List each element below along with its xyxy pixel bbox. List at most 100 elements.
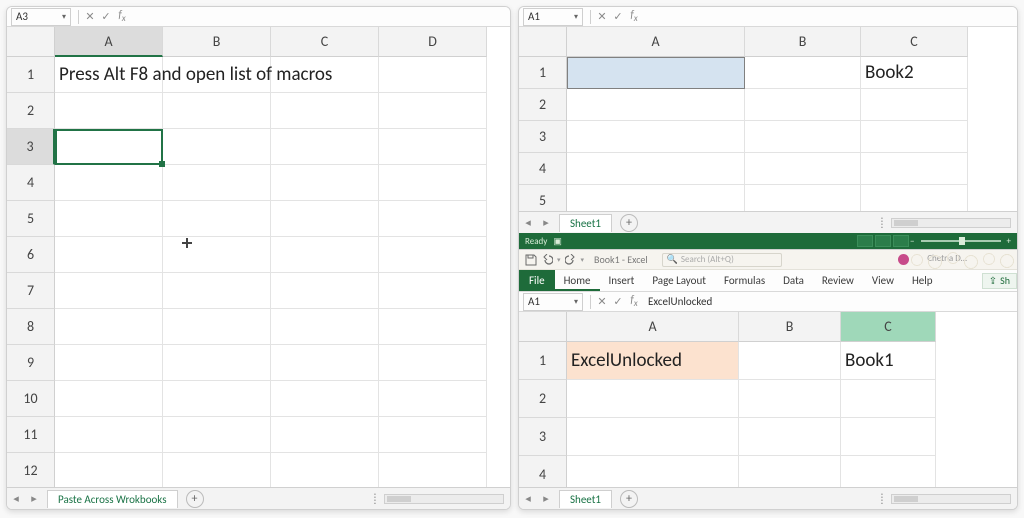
scroll-thumb[interactable]: [387, 496, 411, 502]
enter-icon[interactable]: ✓: [98, 10, 114, 23]
column-header-A[interactable]: A: [567, 27, 745, 57]
cell-B12[interactable]: [163, 453, 271, 489]
undo-icon[interactable]: [541, 254, 553, 266]
row-header-2[interactable]: 2: [7, 93, 55, 129]
name-box[interactable]: A1 ▾: [523, 293, 583, 311]
cancel-icon[interactable]: ✕: [82, 10, 98, 23]
cell-D8[interactable]: [379, 309, 487, 345]
cell-C9[interactable]: [271, 345, 379, 381]
cell-B10[interactable]: [163, 381, 271, 417]
tab-nav-prev-icon[interactable]: ◂: [7, 492, 25, 505]
fx-icon[interactable]: fx: [626, 8, 642, 24]
add-sheet-button[interactable]: +: [620, 490, 638, 508]
cell-A1[interactable]: [567, 57, 745, 89]
cell-A6[interactable]: [55, 237, 163, 273]
cancel-icon[interactable]: ✕: [594, 295, 610, 308]
row-header-2[interactable]: 2: [519, 380, 567, 418]
select-all-corner[interactable]: [519, 27, 567, 57]
cell-A3[interactable]: [567, 418, 739, 456]
cell-B6[interactable]: [163, 237, 271, 273]
cell-A1[interactable]: ExcelUnlocked: [567, 342, 739, 380]
cell-A2[interactable]: [567, 89, 745, 121]
cell-C2[interactable]: [841, 380, 936, 418]
cell-C7[interactable]: [271, 273, 379, 309]
cell-A3[interactable]: [55, 129, 163, 165]
zoom-in-button[interactable]: +: [1007, 236, 1011, 247]
row-header-6[interactable]: 6: [7, 237, 55, 273]
cell-A10[interactable]: [55, 381, 163, 417]
column-header-A[interactable]: A: [567, 312, 739, 342]
row-header-4[interactable]: 4: [519, 153, 567, 185]
cell-B11[interactable]: [163, 417, 271, 453]
cell-A11[interactable]: [55, 417, 163, 453]
add-sheet-button[interactable]: +: [620, 214, 638, 232]
cell-C1[interactable]: Book1: [841, 342, 936, 380]
chevron-down-icon[interactable]: ▾: [574, 12, 578, 22]
ribbon-tab-help[interactable]: Help: [903, 270, 942, 291]
fill-handle[interactable]: [159, 161, 165, 167]
row-header-5[interactable]: 5: [7, 201, 55, 237]
row-header-1[interactable]: 1: [519, 342, 567, 380]
select-all-corner[interactable]: [519, 312, 567, 342]
sheet-tab[interactable]: Paste Across Wrokbooks: [47, 490, 178, 508]
cell-C3[interactable]: [861, 121, 968, 153]
cell-D9[interactable]: [379, 345, 487, 381]
redo-icon[interactable]: [565, 254, 577, 266]
cell-C8[interactable]: [271, 309, 379, 345]
row-header-3[interactable]: 3: [519, 121, 567, 153]
cell-B1[interactable]: [739, 342, 841, 380]
row-header-3[interactable]: 3: [7, 129, 55, 165]
sheet-tab[interactable]: Sheet1: [559, 490, 612, 508]
chevron-down-icon[interactable]: ▾: [581, 255, 585, 264]
zoom-out-button[interactable]: −: [910, 236, 914, 247]
column-header-B[interactable]: B: [745, 27, 861, 57]
cell-A2[interactable]: [55, 93, 163, 129]
view-page-break-button[interactable]: [893, 235, 909, 247]
column-header-B[interactable]: B: [739, 312, 841, 342]
cell-D2[interactable]: [379, 93, 487, 129]
row-header-3[interactable]: 3: [519, 418, 567, 456]
share-button[interactable]: ⇪ Sh: [982, 273, 1017, 289]
cell-C6[interactable]: [271, 237, 379, 273]
cell-A8[interactable]: [55, 309, 163, 345]
cell-A12[interactable]: [55, 453, 163, 489]
cell-C3[interactable]: [271, 129, 379, 165]
cell-A4[interactable]: [567, 153, 745, 185]
cell-B2[interactable]: [163, 93, 271, 129]
cell-A9[interactable]: [55, 345, 163, 381]
cell-B7[interactable]: [163, 273, 271, 309]
cell-D11[interactable]: [379, 417, 487, 453]
ribbon-tab-view[interactable]: View: [863, 270, 903, 291]
add-sheet-button[interactable]: +: [186, 490, 204, 508]
ribbon-tab-page-layout[interactable]: Page Layout: [643, 270, 715, 291]
cell-B1[interactable]: [745, 57, 861, 89]
h-scrollbar[interactable]: [891, 494, 1011, 504]
name-box[interactable]: A1 ▾: [523, 8, 583, 26]
cell-D6[interactable]: [379, 237, 487, 273]
cell-C12[interactable]: [271, 453, 379, 489]
file-tab[interactable]: File: [519, 270, 555, 291]
cell-B4[interactable]: [163, 165, 271, 201]
sheet-tab[interactable]: Sheet1: [559, 214, 612, 232]
scroll-thumb[interactable]: [894, 220, 918, 226]
name-box[interactable]: A3 ▾: [11, 8, 71, 26]
zoom-slider[interactable]: [921, 240, 1001, 242]
tab-nav-next-icon[interactable]: ▸: [537, 492, 555, 505]
ribbon-tab-formulas[interactable]: Formulas: [715, 270, 774, 291]
cell-C5[interactable]: [271, 201, 379, 237]
split-handle-icon[interactable]: ⁞: [366, 492, 384, 505]
scroll-thumb[interactable]: [894, 496, 918, 502]
column-header-C[interactable]: C: [271, 27, 379, 57]
view-normal-button[interactable]: [857, 235, 873, 247]
cell-A5[interactable]: [55, 201, 163, 237]
column-header-A[interactable]: A: [55, 27, 163, 57]
view-page-layout-button[interactable]: [875, 235, 891, 247]
cell-D3[interactable]: [379, 129, 487, 165]
h-scrollbar[interactable]: [891, 218, 1011, 228]
row-header-7[interactable]: 7: [7, 273, 55, 309]
column-header-B[interactable]: B: [163, 27, 271, 57]
tab-nav-next-icon[interactable]: ▸: [537, 216, 555, 229]
cell-B8[interactable]: [163, 309, 271, 345]
chevron-down-icon[interactable]: ▾: [557, 255, 561, 264]
row-header-10[interactable]: 10: [7, 381, 55, 417]
